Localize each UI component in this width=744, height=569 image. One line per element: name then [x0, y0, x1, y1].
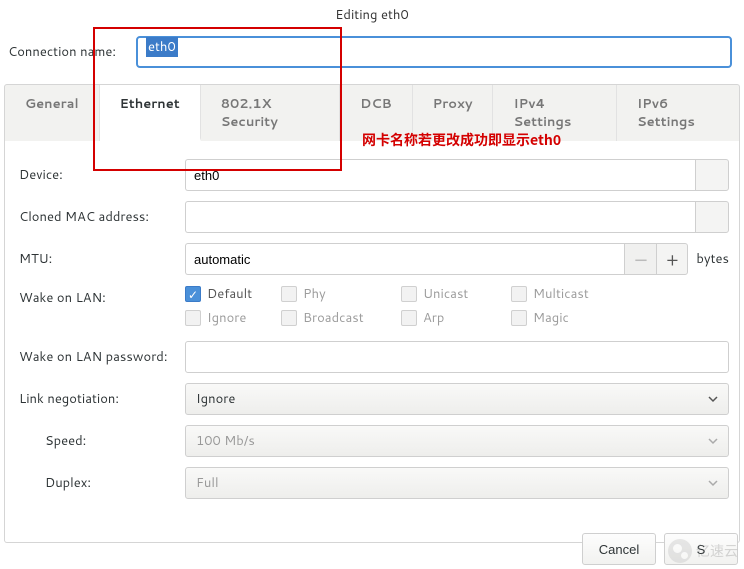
- connection-name-row: Connection name: eth0: [0, 34, 744, 70]
- save-button[interactable]: S: [664, 533, 738, 565]
- tab-ipv6[interactable]: IPv6 Settings: [617, 85, 739, 141]
- mtu-increment-button[interactable]: +: [656, 243, 688, 275]
- device-row: Device:: [15, 159, 729, 191]
- wol-row: Wake on LAN: ✓ Default Phy Unicast Multic…: [15, 285, 729, 327]
- tab-bar: General Ethernet 802.1X Security DCB Pro…: [4, 84, 740, 141]
- duplex-value: Full: [196, 474, 219, 492]
- chevron-down-icon: [708, 478, 718, 488]
- checkbox-icon: ✓: [185, 286, 201, 302]
- cloned-mac-label: Cloned MAC address:: [15, 208, 185, 226]
- connection-name-value: eth0: [146, 37, 178, 57]
- wol-multicast-checkbox[interactable]: Multicast: [511, 285, 621, 303]
- wol-arp-checkbox[interactable]: Arp: [401, 309, 511, 327]
- tab-security[interactable]: 802.1X Security: [201, 85, 340, 141]
- mtu-row: MTU: − + bytes: [15, 243, 729, 275]
- tabs-container: General Ethernet 802.1X Security DCB Pro…: [4, 84, 740, 543]
- wol-label: Wake on LAN:: [15, 285, 185, 307]
- device-input[interactable]: [185, 159, 695, 191]
- cancel-button[interactable]: Cancel: [582, 533, 656, 565]
- footer-buttons: Cancel S: [582, 533, 738, 565]
- link-neg-row: Link negotiation: Ignore: [15, 383, 729, 415]
- cloned-mac-row: Cloned MAC address:: [15, 201, 729, 233]
- duplex-select: Full: [185, 467, 729, 499]
- wol-password-input[interactable]: [185, 341, 729, 373]
- mtu-unit: bytes: [696, 250, 729, 268]
- wol-options: ✓ Default Phy Unicast Multicast Ignore Br…: [185, 285, 621, 327]
- tab-dcb[interactable]: DCB: [340, 85, 413, 141]
- wol-phy-checkbox[interactable]: Phy: [281, 285, 401, 303]
- speed-row: Speed: 100 Mb/s: [15, 425, 729, 457]
- connection-name-label: Connection name:: [6, 43, 136, 61]
- wol-multicast-label: Multicast: [533, 285, 589, 303]
- wol-ignore-label: Ignore: [207, 309, 246, 327]
- wol-unicast-label: Unicast: [423, 285, 468, 303]
- cloned-mac-input[interactable]: [185, 201, 695, 233]
- checkbox-icon: [185, 310, 201, 326]
- speed-control: 100 Mb/s: [185, 425, 729, 457]
- wol-arp-label: Arp: [423, 309, 444, 327]
- device-combo: [185, 159, 729, 191]
- wol-ignore-checkbox[interactable]: Ignore: [185, 309, 281, 327]
- checkbox-icon: [401, 310, 417, 326]
- checkbox-icon: [281, 286, 297, 302]
- link-neg-value: Ignore: [196, 390, 235, 408]
- speed-select: 100 Mb/s: [185, 425, 729, 457]
- wol-broadcast-checkbox[interactable]: Broadcast: [281, 309, 401, 327]
- window-title: Editing eth0: [0, 0, 744, 28]
- wol-phy-label: Phy: [303, 285, 326, 303]
- tab-ipv4[interactable]: IPv4 Settings: [493, 85, 617, 141]
- wol-broadcast-label: Broadcast: [303, 309, 364, 327]
- duplex-control: Full: [185, 467, 729, 499]
- cloned-mac-combo: [185, 201, 729, 233]
- duplex-row: Duplex: Full: [15, 467, 729, 499]
- tab-ethernet[interactable]: Ethernet: [100, 85, 201, 141]
- link-neg-control: Ignore: [185, 383, 729, 415]
- wol-unicast-checkbox[interactable]: Unicast: [401, 285, 511, 303]
- checkbox-icon: [401, 286, 417, 302]
- link-neg-label: Link negotiation:: [15, 390, 185, 408]
- speed-value: 100 Mb/s: [196, 432, 255, 450]
- device-label: Device:: [15, 166, 185, 184]
- wol-default-checkbox[interactable]: ✓ Default: [185, 285, 281, 303]
- connection-name-input[interactable]: eth0: [136, 36, 732, 68]
- duplex-label: Duplex:: [15, 474, 185, 492]
- checkbox-icon: [511, 286, 527, 302]
- mtu-decrement-button[interactable]: −: [624, 243, 656, 275]
- link-neg-select[interactable]: Ignore: [185, 383, 729, 415]
- mtu-input[interactable]: [185, 243, 624, 275]
- checkbox-icon: [281, 310, 297, 326]
- device-dropdown-button[interactable]: [695, 159, 729, 191]
- tab-proxy[interactable]: Proxy: [413, 85, 494, 141]
- cloned-mac-dropdown-button[interactable]: [695, 201, 729, 233]
- ethernet-panel: Device: Cloned MAC address:: [4, 141, 740, 543]
- mtu-control: − + bytes: [185, 243, 729, 275]
- wol-password-row: Wake on LAN password:: [15, 341, 729, 373]
- checkbox-icon: [511, 310, 527, 326]
- chevron-down-icon: [708, 394, 718, 404]
- wol-magic-label: Magic: [533, 309, 569, 327]
- wol-magic-checkbox[interactable]: Magic: [511, 309, 621, 327]
- wol-password-label: Wake on LAN password:: [15, 348, 185, 366]
- tab-general[interactable]: General: [5, 85, 100, 141]
- mtu-label: MTU:: [15, 250, 185, 268]
- chevron-down-icon: [708, 436, 718, 446]
- speed-label: Speed:: [15, 432, 185, 450]
- wol-default-label: Default: [207, 285, 252, 303]
- wol-password-control: [185, 341, 729, 373]
